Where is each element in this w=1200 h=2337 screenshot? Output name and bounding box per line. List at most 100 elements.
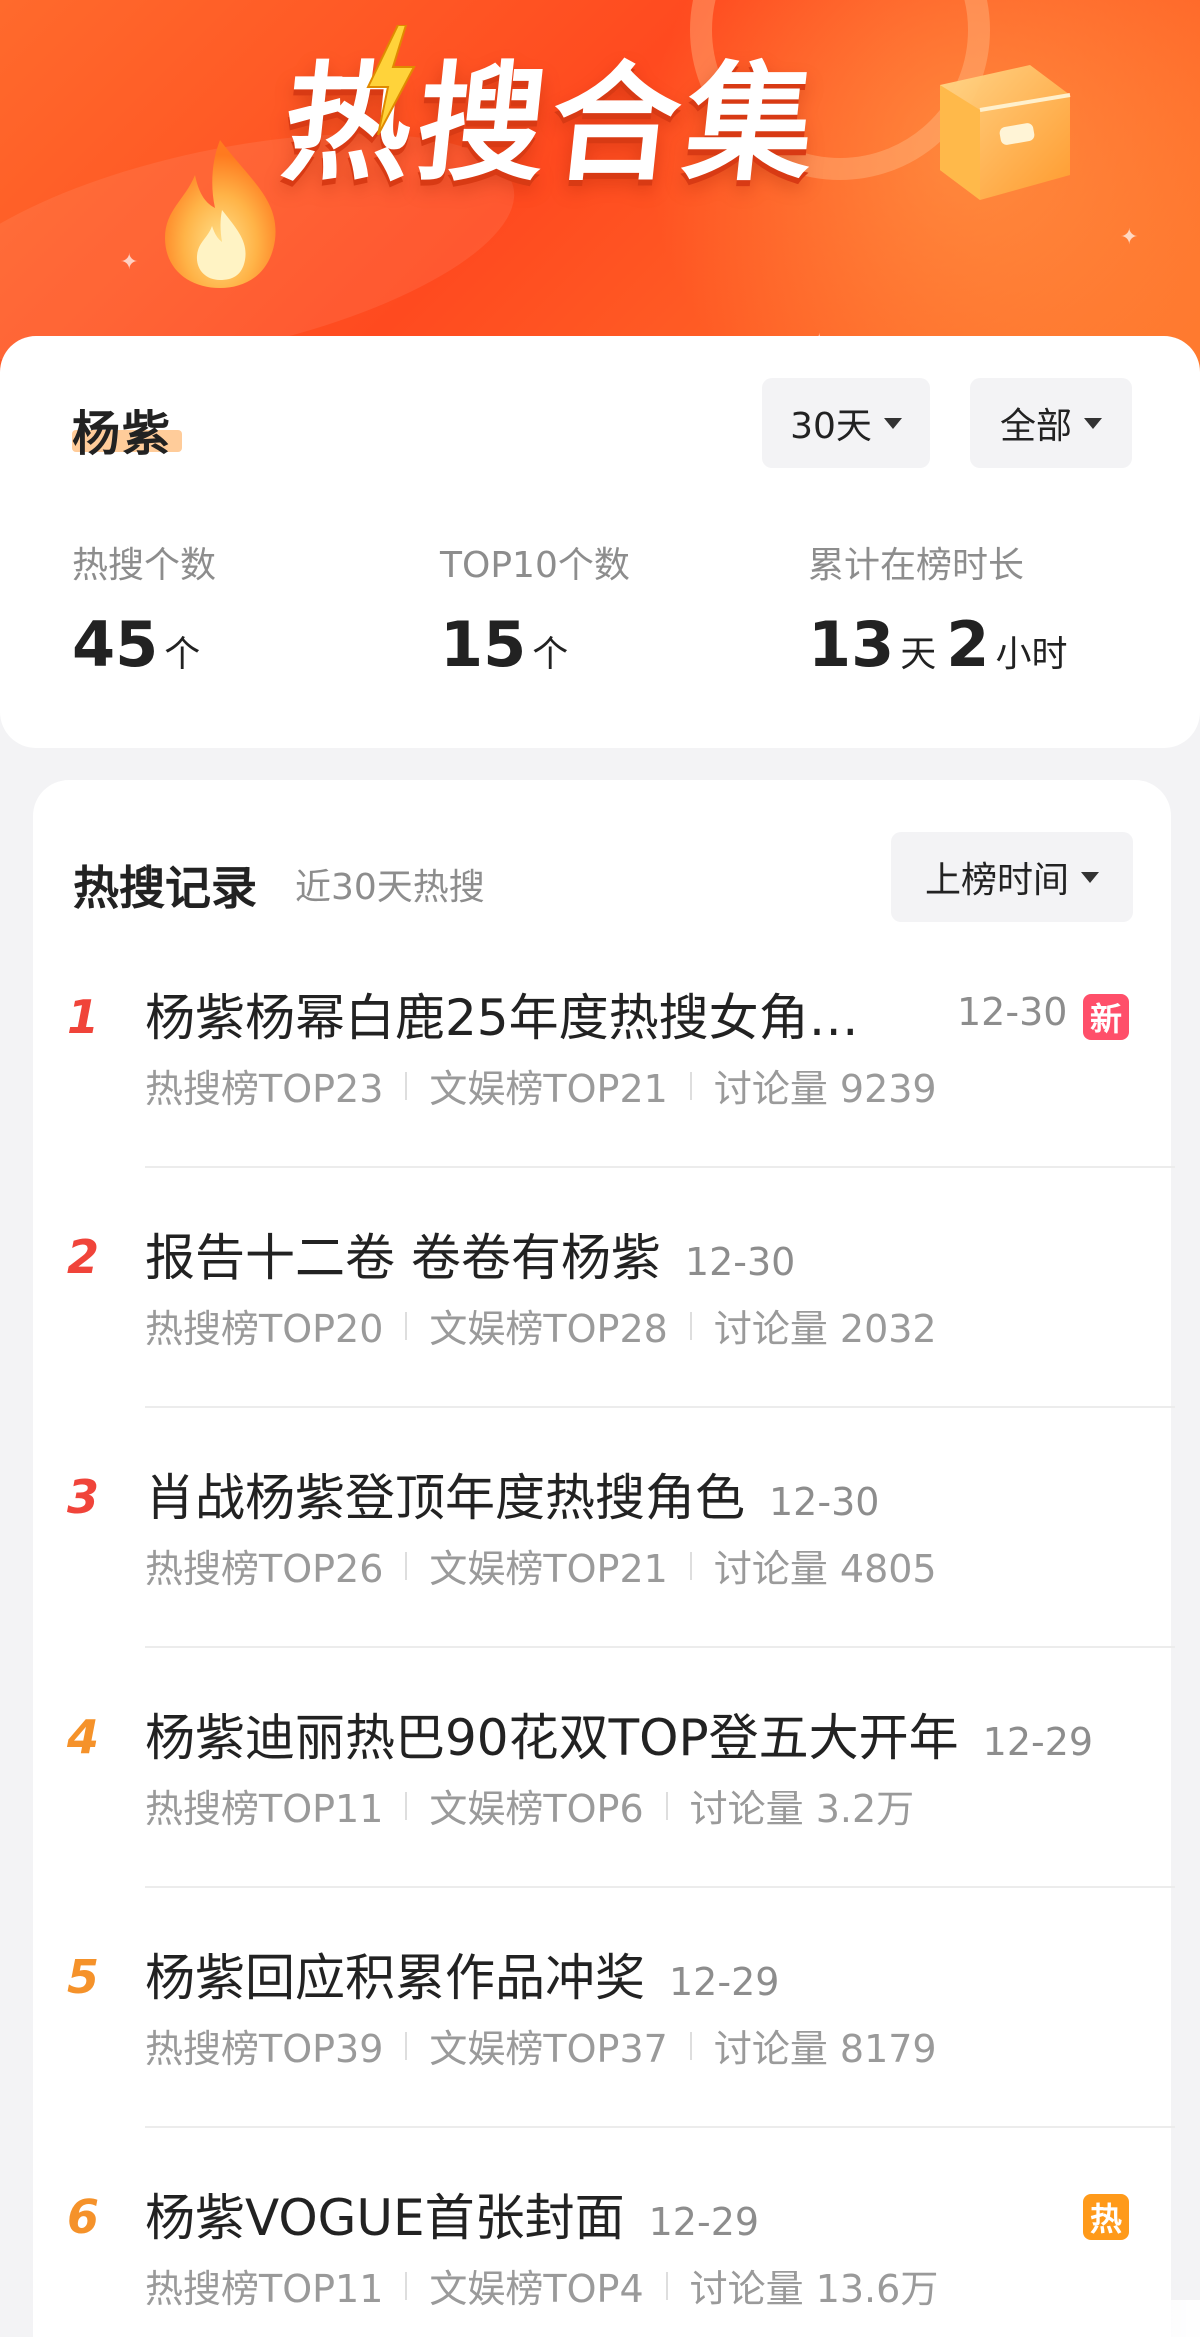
separator [405, 1071, 408, 1100]
stat-label: 累计在榜时长 [808, 545, 1025, 586]
caret-down-icon [1084, 417, 1102, 429]
stat-hours-unit: 小时 [995, 634, 1068, 675]
stat-label: 热搜个数 [72, 545, 217, 586]
separator [405, 1791, 408, 1820]
stat-number: 15 [440, 608, 527, 681]
rank-number: 5 [66, 1950, 99, 2004]
scope-filter-label: 全部 [999, 406, 1072, 447]
celebrity-name: 杨紫 [72, 394, 182, 466]
divider [145, 1886, 1175, 1888]
discussion-count: 讨论量 8179 [713, 2027, 937, 2071]
record-title-text: 杨紫回应积累作品冲奖 [145, 1949, 645, 2007]
record-date: 12-29 [982, 1720, 1094, 1764]
hot-badge: 热 [1083, 2194, 1129, 2240]
stat-number: 45 [72, 608, 159, 681]
entertainment-rank: 文娱榜TOP21 [429, 1547, 668, 1591]
hot-search-rank: 热搜榜TOP20 [145, 1307, 384, 1351]
bottom-fade [1020, 2300, 1200, 2337]
record-meta: 热搜榜TOP39 文娱榜TOP37 讨论量 8179 [145, 2018, 937, 2073]
record-title: 杨紫杨幂白鹿25年度热搜女角… [145, 978, 859, 1050]
list-item[interactable]: 6 杨紫VOGUE首张封面 12-29 热热搜榜TOP11 文娱榜TOP4 讨论量 13.… [33, 2178, 1171, 2337]
divider [145, 1646, 1175, 1648]
separator [405, 1311, 408, 1340]
separator [689, 1311, 692, 1340]
separator [689, 1071, 692, 1100]
sparkle-icon: ✦ [1120, 225, 1139, 250]
period-filter-label: 30天 [790, 406, 872, 447]
entertainment-rank: 文娱榜TOP28 [429, 1307, 668, 1351]
divider [145, 2126, 1175, 2128]
folder-icon [940, 65, 1071, 200]
list-item[interactable]: 1 杨紫杨幂白鹿25年度热搜女角… 12-30 新热搜榜TOP23 文娱榜TOP21 讨论… [33, 978, 1175, 1218]
record-meta: 热搜榜TOP20 文娱榜TOP28 讨论量 2032 [145, 1298, 937, 1353]
sort-label: 上榜时间 [924, 860, 1069, 901]
hot-search-rank: 热搜榜TOP26 [145, 1547, 384, 1591]
separator [405, 1551, 408, 1580]
period-filter-dropdown[interactable]: 30天 [762, 378, 930, 468]
record-title: 杨紫VOGUE首张封面 12-29 [145, 2178, 759, 2250]
record-title-text: 杨紫杨幂白鹿25年度热搜女角… [145, 989, 859, 1047]
rank-number: 2 [66, 1230, 99, 1284]
records-title: 热搜记录 [73, 861, 257, 915]
separator [689, 2031, 692, 2060]
record-date: 12-30 [957, 990, 1068, 1034]
discussion-count: 讨论量 2032 [713, 1307, 937, 1351]
stat-total-duration: 累计在榜时长 13 天 2 小时 [808, 536, 1077, 681]
list-item[interactable]: 5 杨紫回应积累作品冲奖 12-29 热搜榜TOP39 文娱榜TOP37 讨论量 8179 [33, 1938, 1175, 2178]
separator [405, 2031, 408, 2060]
celebrity-name-text: 杨紫 [72, 406, 173, 462]
separator [665, 1791, 668, 1820]
rank-number: 3 [66, 1470, 99, 1524]
record-title-text: 肖战杨紫登顶年度热搜角色 [145, 1469, 745, 1527]
discussion-count: 讨论量 13.6万 [689, 2267, 939, 2311]
list-item[interactable]: 3 肖战杨紫登顶年度热搜角色 12-30 热搜榜TOP26 文娱榜TOP21 讨论量 48… [33, 1458, 1175, 1698]
record-title-text: 杨紫迪丽热巴90花双TOP登五大开年 [145, 1709, 959, 1767]
stat-days-number: 13 [808, 608, 895, 681]
summary-card: 杨紫 30天 全部 热搜个数 45 个 TOP10个数 15 个 累计在榜时长 13… [0, 336, 1200, 748]
discussion-count: 讨论量 4805 [713, 1547, 937, 1591]
records-subtitle: 近30天热搜 [295, 867, 485, 908]
record-title-text: 杨紫VOGUE首张封面 [145, 2189, 625, 2247]
hot-search-rank: 热搜榜TOP11 [145, 2267, 384, 2311]
record-title: 杨紫回应积累作品冲奖 12-29 [145, 1938, 779, 2010]
rank-number: 6 [66, 2190, 99, 2244]
record-date: 12-29 [648, 2200, 760, 2244]
list-item[interactable]: 2 报告十二卷 卷卷有杨紫 12-30 热搜榜TOP20 文娱榜TOP28 讨论量 203… [33, 1218, 1175, 1458]
lightning-icon [366, 25, 416, 135]
separator [689, 1551, 692, 1580]
stat-top10-count: TOP10个数 15 个 [440, 536, 630, 681]
scope-filter-dropdown[interactable]: 全部 [970, 378, 1132, 468]
hot-search-rank: 热搜榜TOP23 [145, 1067, 384, 1111]
record-title: 肖战杨紫登顶年度热搜角色 12-30 [145, 1458, 879, 1530]
rank-number: 1 [66, 990, 99, 1044]
caret-down-icon [883, 417, 902, 429]
header-banner: ✦ ✦ ✦ 热搜合集 [0, 0, 1200, 380]
record-title: 杨紫迪丽热巴90花双TOP登五大开年 12-29 [145, 1698, 1093, 1770]
entertainment-rank: 文娱榜TOP4 [429, 2267, 644, 2311]
sparkle-icon: ✦ [120, 250, 139, 275]
record-title: 报告十二卷 卷卷有杨紫 12-30 [145, 1218, 795, 1290]
record-meta: 热搜榜TOP23 文娱榜TOP21 讨论量 9239 [145, 1058, 937, 1113]
separator [665, 2271, 668, 2300]
discussion-count: 讨论量 9239 [713, 1067, 937, 1111]
record-meta: 热搜榜TOP26 文娱榜TOP21 讨论量 4805 [145, 1538, 937, 1593]
record-date: 12-30 [769, 1480, 880, 1524]
entertainment-rank: 文娱榜TOP6 [429, 1787, 644, 1831]
stat-label: TOP10个数 [440, 545, 630, 586]
stat-hours-number: 2 [946, 608, 990, 681]
stat-unit: 个 [164, 634, 201, 675]
fire-icon [165, 140, 276, 288]
record-date: 12-29 [669, 1960, 780, 2004]
divider [145, 1166, 1175, 1168]
hot-search-rank: 热搜榜TOP39 [145, 2027, 384, 2071]
record-date: 12-30 [684, 1240, 796, 1284]
stat-hot-search-count: 热搜个数 45 个 [72, 536, 216, 681]
sort-dropdown[interactable]: 上榜时间 [891, 832, 1133, 922]
hot-search-rank: 热搜榜TOP11 [145, 1787, 384, 1831]
list-item[interactable]: 4 杨紫迪丽热巴90花双TOP登五大开年 12-29 热搜榜TOP11 文娱榜TOP6 讨… [33, 1698, 1175, 1938]
divider [145, 1406, 1175, 1408]
entertainment-rank: 文娱榜TOP37 [429, 2027, 668, 2071]
records-card: 热搜记录 近30天热搜 上榜时间 1 杨紫杨幂白鹿25年度热搜女角… 12-30 新热… [33, 780, 1175, 2337]
entertainment-rank: 文娱榜TOP21 [429, 1067, 668, 1111]
rank-number: 4 [66, 1710, 99, 1764]
